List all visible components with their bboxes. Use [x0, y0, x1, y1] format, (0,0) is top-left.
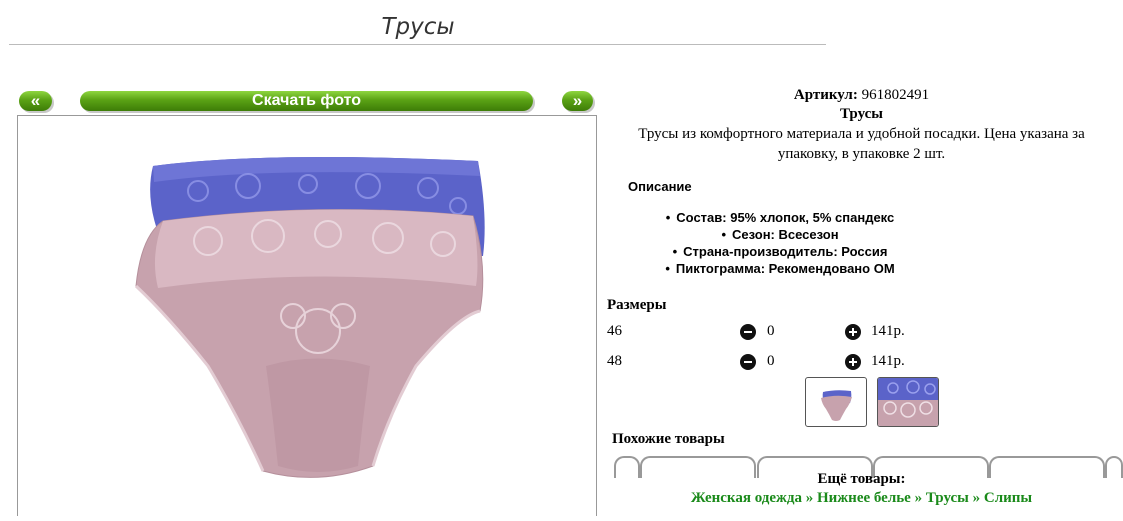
- product-name: Трусы: [840, 106, 883, 122]
- size-label: 46: [607, 323, 622, 339]
- size-row-48: 48 0 141р.: [607, 353, 967, 373]
- properties-list: Состав: 95% хлопок, 5% спандекс Сезон: В…: [600, 209, 1120, 277]
- product-photo-frame: [17, 115, 597, 516]
- article-value: 961802491: [861, 87, 930, 103]
- increase-quantity-button[interactable]: [845, 354, 861, 370]
- property-item: Пиктограмма: Рекомендовано ОМ: [600, 260, 960, 277]
- description-heading: Описание: [628, 179, 692, 194]
- property-item: Состав: 95% хлопок, 5% спандекс: [600, 209, 960, 226]
- prev-photo-button[interactable]: «: [19, 91, 52, 111]
- similar-products-heading: Похожие товары: [612, 431, 725, 447]
- size-price: 141р.: [871, 353, 905, 369]
- more-link-slips[interactable]: Слипы: [984, 490, 1032, 506]
- article-label: Артикул:: [793, 87, 858, 103]
- breadcrumb-separator: »: [914, 490, 923, 506]
- more-link-panties[interactable]: Трусы: [926, 490, 969, 506]
- page-title: Трусы: [381, 14, 455, 40]
- article-line: Артикул: 961802491: [600, 86, 1123, 105]
- increase-quantity-button[interactable]: [845, 324, 861, 340]
- quantity-value: 0: [767, 323, 775, 339]
- sizes-heading: Размеры: [607, 297, 667, 313]
- decrease-quantity-button[interactable]: [740, 354, 756, 370]
- next-photo-button[interactable]: »: [562, 91, 593, 111]
- more-link-underwear[interactable]: Нижнее белье: [817, 490, 911, 506]
- size-row-46: 46 0 141р.: [607, 323, 967, 343]
- product-info: Артикул: 961802491 Трусы Трусы из комфор…: [600, 85, 1123, 276]
- product-photo[interactable]: [18, 116, 596, 516]
- property-item: Сезон: Всесезон: [600, 226, 960, 243]
- more-link-womens-clothing[interactable]: Женская одежда: [691, 490, 802, 506]
- breadcrumb-separator: »: [805, 490, 814, 506]
- decrease-quantity-button[interactable]: [740, 324, 756, 340]
- property-item: Страна-производитель: Россия: [600, 243, 960, 260]
- title-divider: [9, 44, 826, 45]
- product-description: Трусы из комфортного материала и удобной…: [638, 126, 1085, 162]
- quantity-value: 0: [767, 353, 775, 369]
- more-products-heading: Ещё товары:: [817, 471, 906, 487]
- size-price: 141р.: [871, 323, 905, 339]
- photo-thumbnail-1[interactable]: [805, 377, 867, 427]
- download-photo-button[interactable]: Скачать фото: [80, 91, 533, 111]
- size-label: 48: [607, 353, 622, 369]
- photo-thumbnail-2[interactable]: [877, 377, 939, 427]
- breadcrumb-separator: »: [972, 490, 981, 506]
